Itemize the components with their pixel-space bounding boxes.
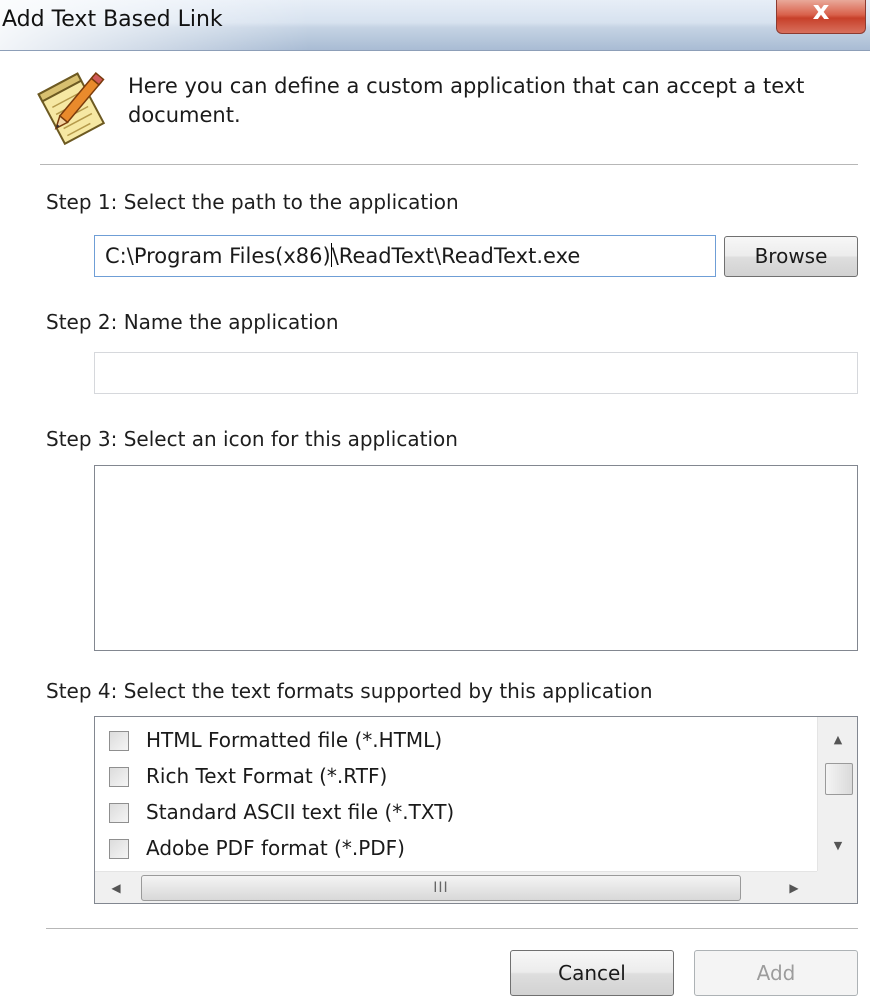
horizontal-scroll-thumb[interactable]: III: [141, 875, 741, 901]
cancel-button[interactable]: Cancel: [510, 950, 674, 996]
format-label: Standard ASCII text file (*.TXT): [146, 800, 455, 824]
notepad-pencil-icon: [36, 66, 110, 148]
format-item-pdf[interactable]: Adobe PDF format (*.PDF): [109, 833, 809, 869]
scroll-down-arrow-icon[interactable]: ▼: [818, 831, 857, 861]
header-divider: [40, 164, 858, 165]
step4-label: Step 4: Select the text formats supporte…: [46, 679, 653, 703]
application-name-input[interactable]: [94, 352, 858, 394]
path-text-before-caret: C:\Program Files(x86): [105, 244, 331, 268]
add-text-based-link-dialog: Add Text Based Link x Here you can defin…: [0, 0, 870, 996]
scroll-right-arrow-icon[interactable]: ▶: [779, 872, 809, 903]
path-text-after-caret: \ReadText\ReadText.exe: [331, 244, 581, 268]
format-checkbox[interactable]: [109, 839, 129, 859]
format-checkbox[interactable]: [109, 767, 129, 787]
format-checkbox[interactable]: [109, 803, 129, 823]
scrollbar-corner: [817, 871, 857, 903]
dialog-title: Add Text Based Link: [2, 7, 223, 32]
add-button[interactable]: Add: [694, 950, 858, 996]
scroll-up-arrow-icon[interactable]: ▲: [818, 725, 857, 755]
format-item-rtf[interactable]: Rich Text Format (*.RTF): [109, 761, 809, 797]
close-button[interactable]: x: [776, 0, 866, 34]
format-checkbox[interactable]: [109, 731, 129, 751]
browse-button[interactable]: Browse: [724, 236, 858, 277]
title-bar[interactable]: Add Text Based Link x: [0, 0, 870, 51]
close-icon: x: [812, 0, 830, 26]
text-formats-list[interactable]: HTML Formatted file (*.HTML) Rich Text F…: [94, 716, 858, 904]
format-item-txt[interactable]: Standard ASCII text file (*.TXT): [109, 797, 809, 833]
step1-label: Step 1: Select the path to the applicati…: [46, 190, 459, 214]
format-label: Rich Text Format (*.RTF): [146, 764, 388, 788]
footer-divider: [46, 928, 858, 929]
step3-label: Step 3: Select an icon for this applicat…: [46, 427, 458, 451]
icon-selection-box[interactable]: [94, 465, 858, 651]
intro-description: Here you can define a custom application…: [128, 74, 805, 127]
horizontal-scrollbar[interactable]: ◀ III ▶: [95, 871, 817, 903]
step2-label: Step 2: Name the application: [46, 310, 339, 334]
vertical-scrollbar[interactable]: ▲ ▼: [817, 717, 857, 871]
scroll-grip-icon: III: [433, 880, 449, 896]
format-item-html[interactable]: HTML Formatted file (*.HTML): [109, 725, 809, 761]
application-path-input[interactable]: C:\Program Files(x86)\ReadText\ReadText.…: [94, 235, 716, 277]
format-label: HTML Formatted file (*.HTML): [146, 728, 443, 752]
format-label: Adobe PDF format (*.PDF): [146, 836, 405, 860]
scroll-left-arrow-icon[interactable]: ◀: [101, 872, 131, 903]
vertical-scroll-thumb[interactable]: [825, 763, 853, 795]
